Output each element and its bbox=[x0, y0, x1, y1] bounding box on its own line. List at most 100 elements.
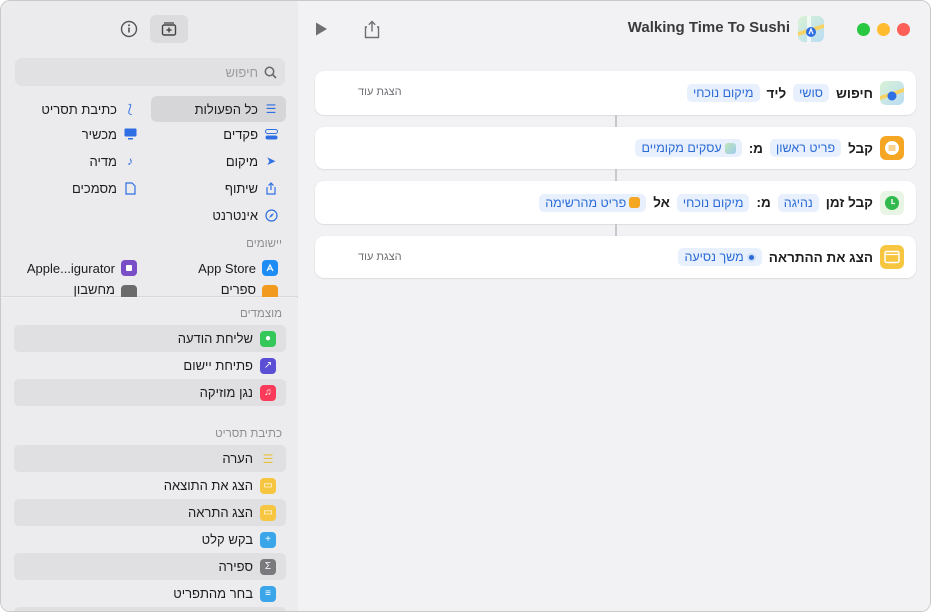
alert-window-icon: ▭ bbox=[260, 504, 276, 521]
token-label: משך נסיעה bbox=[684, 250, 744, 264]
library-add-icon bbox=[161, 22, 177, 36]
minimize-window-button[interactable] bbox=[877, 23, 890, 36]
action-connector bbox=[615, 169, 617, 181]
action-search-field[interactable] bbox=[15, 58, 285, 86]
list-mini-icon bbox=[629, 197, 641, 208]
menu-icon: ≡ bbox=[260, 585, 276, 602]
show-more-button[interactable]: הצגת עוד bbox=[358, 251, 402, 263]
action-count[interactable]: Σ ספירה bbox=[14, 553, 286, 580]
app-label: Apple...igurator bbox=[26, 260, 115, 276]
action-open-app[interactable]: ↗ פתיחת יישום bbox=[14, 352, 286, 379]
shortcut-title[interactable]: Walking Time To Sushi bbox=[628, 19, 790, 36]
action-show-alert[interactable]: ▭ הצג התראה bbox=[14, 499, 286, 526]
location-arrow-icon: ➤ bbox=[265, 154, 277, 168]
show-more-button[interactable]: הצגת עוד bbox=[358, 86, 402, 98]
item-from-list-token[interactable]: פריט מהרשימה bbox=[539, 193, 647, 212]
category-device[interactable]: מכשיר bbox=[15, 121, 145, 147]
action-label: פתיחת יישום bbox=[183, 358, 253, 373]
zoom-window-button[interactable] bbox=[857, 23, 870, 36]
document-icon bbox=[123, 181, 137, 195]
app-item-app-store[interactable]: App Store bbox=[151, 255, 286, 281]
info-icon bbox=[120, 20, 138, 38]
action-card-get-item[interactable]: קבל פריט ראשון מ: עסקים מקומיים bbox=[315, 127, 916, 169]
variable-dot-icon bbox=[746, 252, 756, 262]
alert-window-icon bbox=[880, 245, 904, 269]
search-input[interactable] bbox=[58, 64, 258, 80]
info-tab-button[interactable] bbox=[110, 15, 148, 43]
run-button[interactable] bbox=[309, 17, 333, 41]
local-businesses-token[interactable]: עסקים מקומיים bbox=[635, 139, 742, 157]
app-item-apple-configurator[interactable]: Apple...igurator bbox=[15, 255, 145, 281]
action-library-tab-button[interactable] bbox=[150, 15, 188, 43]
action-label: נגן מוזיקה bbox=[199, 385, 253, 400]
maps-app-icon[interactable] bbox=[798, 16, 824, 42]
share-icon bbox=[364, 20, 380, 38]
comment-lines-icon: ☰ bbox=[262, 451, 274, 466]
action-label: בקש קלט bbox=[201, 532, 253, 547]
action-verb: קבל זמן bbox=[825, 195, 873, 210]
action-card-search-maps[interactable]: חיפוש סושי ליד מיקום נוכחי הצגת עוד bbox=[315, 71, 916, 115]
category-documents[interactable]: מסמכים bbox=[15, 175, 145, 201]
configurator-icon bbox=[121, 260, 137, 276]
action-verb: חיפוש bbox=[836, 85, 873, 101]
app-label: App Store bbox=[198, 260, 256, 276]
share-button[interactable] bbox=[360, 17, 384, 41]
music-note-icon: ♪ bbox=[127, 154, 133, 168]
action-label: הערה bbox=[222, 451, 253, 466]
category-label: מדיה bbox=[89, 153, 118, 169]
action-next-partial[interactable] bbox=[14, 607, 286, 611]
action-choose-from-menu[interactable]: ≡ בחר מהתפריט bbox=[14, 580, 286, 607]
first-item-token[interactable]: פריט ראשון bbox=[770, 139, 842, 157]
current-location-token[interactable]: מיקום נוכחי bbox=[676, 193, 750, 212]
travel-duration-token[interactable]: משך נסיעה bbox=[678, 248, 762, 266]
toggle-icon bbox=[264, 127, 278, 141]
share-icon bbox=[264, 181, 278, 195]
category-location[interactable]: ➤ מיקום bbox=[151, 148, 286, 174]
category-scripting[interactable]: ⟆ כתיבת תסריט bbox=[15, 96, 145, 122]
action-comment[interactable]: ☰ הערה bbox=[14, 445, 286, 472]
action-label: בחר מהתפריט bbox=[173, 586, 253, 601]
calculator-icon bbox=[121, 285, 137, 297]
input-bubble-icon: + bbox=[260, 531, 276, 548]
action-label: הצג את התוצאה bbox=[163, 478, 253, 493]
category-label: כל הפעולות bbox=[194, 101, 258, 117]
action-ask-input[interactable]: + בקש קלט bbox=[14, 526, 286, 553]
action-show-result[interactable]: ▭ הצג את התוצאה bbox=[14, 472, 286, 499]
category-sharing[interactable]: שיתוף bbox=[151, 175, 286, 201]
app-item-books[interactable]: ספרים bbox=[151, 282, 286, 297]
action-row: הצג את ההתראה משך נסיעה bbox=[678, 236, 916, 278]
scripting-section-label: כתיבת תסריט bbox=[215, 428, 282, 440]
from-word: מ: bbox=[756, 195, 771, 210]
category-all-actions[interactable]: ☰ כל הפעולות bbox=[151, 96, 286, 122]
action-connector bbox=[615, 115, 617, 127]
compass-icon bbox=[264, 208, 278, 222]
current-location-token[interactable]: מיקום נוכחי bbox=[686, 84, 760, 102]
action-card-get-travel-time[interactable]: קבל זמן נהיגה מ: מיקום נוכחי אל פריט מהר… bbox=[315, 181, 916, 224]
app-label: ספרים bbox=[220, 282, 256, 297]
monitor-icon bbox=[123, 127, 137, 141]
action-play-music[interactable]: ♫ נגן מוזיקה bbox=[14, 379, 286, 406]
search-query-token[interactable]: סושי bbox=[793, 84, 829, 102]
driving-token[interactable]: נהיגה bbox=[777, 193, 819, 212]
maps-mini-icon bbox=[724, 142, 736, 154]
category-web[interactable]: אינטרנט bbox=[151, 202, 286, 228]
sidebar-actions-pane: מוצמדים ● שליחת הודעה ↗ פתיחת יישום ♫ נג… bbox=[1, 298, 298, 611]
show-result-icon: ▭ bbox=[260, 477, 276, 494]
action-row: קבל פריט ראשון מ: עסקים מקומיים bbox=[635, 127, 916, 169]
action-send-message[interactable]: ● שליחת הודעה bbox=[14, 325, 286, 352]
category-label: מיקום bbox=[225, 153, 258, 169]
action-card-show-alert[interactable]: הצג את ההתראה משך נסיעה הצגת עוד bbox=[315, 236, 916, 278]
pinned-section-label: מוצמדים bbox=[240, 308, 282, 320]
sidebar-categories-pane: ☰ כל הפעולות פקדים ➤ מיקום שיתוף אינטרנט bbox=[1, 1, 298, 297]
close-window-button[interactable] bbox=[897, 23, 910, 36]
category-media[interactable]: ♪ מדיה bbox=[15, 148, 145, 174]
list-item-icon bbox=[880, 136, 904, 160]
category-controls[interactable]: פקדים bbox=[151, 121, 286, 147]
app-item-calculator[interactable]: מחשבון bbox=[15, 282, 145, 297]
category-label: מכשיר bbox=[81, 126, 117, 142]
app-store-icon bbox=[262, 260, 278, 276]
actions-sidebar: ☰ כל הפעולות פקדים ➤ מיקום שיתוף אינטרנט bbox=[1, 1, 298, 611]
token-label: פריט מהרשימה bbox=[545, 195, 627, 210]
music-icon: ♫ bbox=[260, 384, 276, 401]
category-label: כתיבת תסריט bbox=[41, 101, 117, 117]
